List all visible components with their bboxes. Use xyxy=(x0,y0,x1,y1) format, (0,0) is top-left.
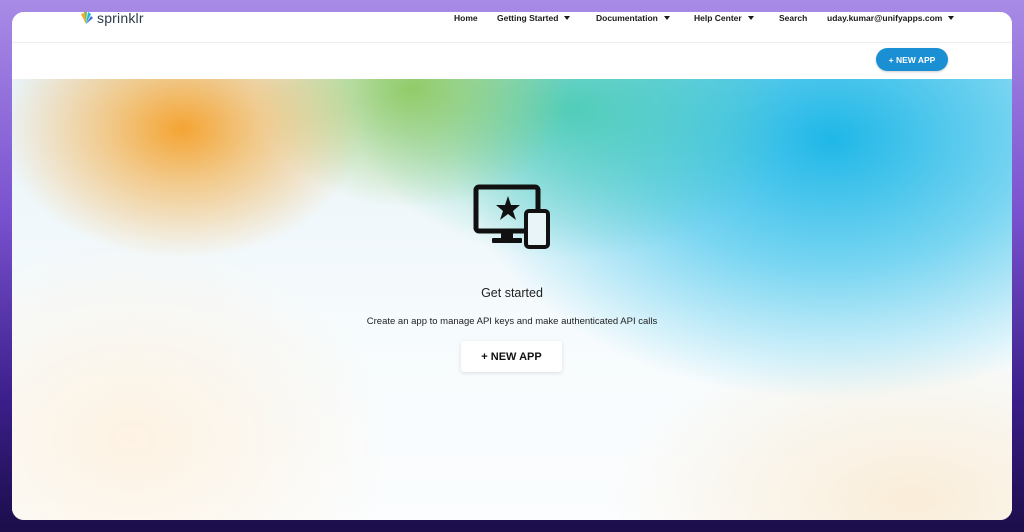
new-app-button[interactable]: + NEW APP xyxy=(876,48,948,71)
chevron-down-icon xyxy=(663,16,670,20)
nav-search-label: Search xyxy=(779,13,808,23)
devices-star-icon xyxy=(473,184,550,249)
nav-home[interactable]: Home xyxy=(454,12,478,24)
empty-state-title: Get started xyxy=(481,286,543,300)
chevron-down-icon xyxy=(747,16,754,20)
nav-home-label: Home xyxy=(454,13,478,23)
nav-documentation-label: Documentation xyxy=(596,13,658,23)
top-navigation: sprinklr Home Getting Started Documentat… xyxy=(12,12,1012,43)
nav-getting-started-label: Getting Started xyxy=(497,13,559,23)
chevron-down-icon xyxy=(564,16,571,20)
nav-search[interactable]: Search xyxy=(779,12,807,24)
nav-getting-started[interactable]: Getting Started xyxy=(497,12,571,24)
chevron-down-icon xyxy=(948,16,955,20)
empty-state-description: Create an app to manage API keys and mak… xyxy=(366,316,658,327)
nav-user-account[interactable]: uday.kumar@unifyapps.com xyxy=(827,12,955,24)
nav-documentation[interactable]: Documentation xyxy=(596,12,670,24)
app-window: sprinklr Home Getting Started Documentat… xyxy=(12,12,1012,520)
nav-menu: Home Getting Started Documentation Help … xyxy=(12,12,1012,26)
empty-state-panel: Get started Create an app to manage API … xyxy=(12,79,1012,520)
nav-help-center[interactable]: Help Center xyxy=(694,12,754,24)
action-bar: + NEW APP xyxy=(12,43,1012,79)
new-app-cta-button[interactable]: + NEW APP xyxy=(461,341,562,372)
user-email: uday.kumar@unifyapps.com xyxy=(827,13,943,23)
nav-help-center-label: Help Center xyxy=(694,13,742,23)
